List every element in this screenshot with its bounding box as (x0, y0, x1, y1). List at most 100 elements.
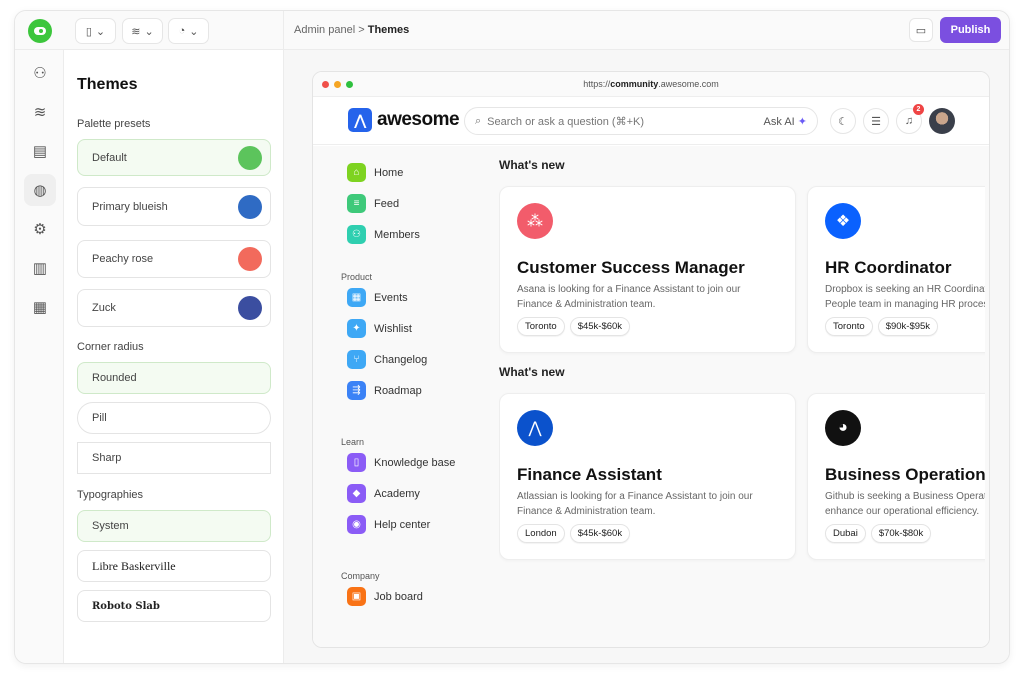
nav-label: Wishlist (374, 322, 412, 335)
nav-item-job-board[interactable]: ▣ Job board (347, 587, 423, 606)
site-brand[interactable]: ⋀ awesome (348, 108, 460, 132)
job-tags: Dubai $70k-$80k (825, 524, 932, 543)
palette-icon[interactable]: ◍ (24, 174, 56, 206)
database-menu-button[interactable]: ≋ ⌄ (122, 18, 163, 44)
search-input[interactable]: ⌕ Search or ask a question (⌘+K) Ask AI ✦ (464, 107, 818, 135)
color-swatch (238, 296, 262, 320)
typography-roboto-slab[interactable]: Roboto Slab (77, 590, 271, 622)
breadcrumb-separator: > (358, 24, 365, 36)
chart-menu-button[interactable]: ◔ ⌄ (168, 18, 209, 44)
nav-item-feed[interactable]: ≡ Feed (347, 194, 399, 213)
nav-item-roadmap[interactable]: ⇶ Roadmap (347, 381, 422, 400)
description-line: enhance our operational efficiency. (825, 505, 980, 517)
nav-item-changelog[interactable]: ⑂ Changelog (347, 350, 427, 369)
nav-label: Changelog (374, 353, 428, 366)
nav-item-help-center[interactable]: ◉ Help center (347, 515, 430, 534)
section-title: What's new (499, 158, 565, 172)
color-swatch (238, 145, 262, 170)
nav-label: Help center (374, 518, 431, 531)
dark-mode-button[interactable]: ☾ (830, 108, 856, 134)
palette-zuck[interactable]: Zuck (77, 289, 271, 327)
location-tag: Toronto (825, 317, 873, 336)
browser-preview: https://community.awesome.com ⋀ awesome ⌕… (312, 71, 990, 648)
nav-label: Feed (374, 197, 400, 210)
job-card[interactable]: ⁂ Customer Success Manager Asana is look… (499, 186, 796, 353)
chart-pie-icon: ◔ (178, 25, 186, 37)
palette-peachy-rose[interactable]: Peachy rose (77, 240, 271, 278)
gear-icon[interactable]: ⚙ (24, 213, 56, 245)
browser-bar: https://community.awesome.com (313, 72, 989, 97)
grid-icon[interactable]: ▦ (24, 291, 56, 323)
dropbox-icon: ❖ (825, 203, 861, 239)
job-card[interactable]: ◕ Business Operations Github is seeking … (807, 393, 985, 560)
radius-label: Corner radius (77, 341, 144, 353)
breadcrumb: Admin panel > Themes (294, 24, 409, 36)
nav-label: Home (374, 166, 404, 179)
app-logo[interactable] (28, 19, 52, 43)
database-icon: ≋ (131, 25, 141, 38)
search-placeholder: Search or ask a question (⌘+K) (487, 115, 644, 128)
themes-panel: Themes Palette presets Default Primary b… (64, 50, 284, 663)
palette-default[interactable]: Default (77, 139, 271, 176)
option-label: Default (92, 151, 127, 164)
awesome-logo-icon: ⋀ (348, 108, 372, 132)
nav-item-academy[interactable]: ◆ Academy (347, 484, 420, 503)
palette-label: Palette presets (77, 118, 151, 130)
nav-item-knowledge-base[interactable]: ▯ Knowledge base (347, 453, 455, 472)
job-title: Customer Success Manager (517, 258, 745, 277)
location-tag: Toronto (517, 317, 565, 336)
chevron-down-icon: ⌄ (95, 25, 106, 38)
typography-libre-baskerville[interactable]: Libre Baskerville (77, 550, 271, 582)
layout-icon[interactable]: ▤ (24, 135, 56, 167)
nav-section-title: Learn (341, 437, 365, 447)
ask-ai-button[interactable]: Ask AI ✦ (764, 115, 807, 128)
color-swatch (238, 247, 262, 271)
wishlist-icon: ✦ (347, 319, 366, 338)
file-menu-button[interactable]: ▯ ⌄ (75, 18, 116, 44)
github-icon: ◕ (825, 410, 861, 446)
nav-label: Knowledge base (374, 456, 456, 469)
job-card[interactable]: ❖ HR Coordinator Dropbox is seeking an H… (807, 186, 985, 353)
palette-primary-blueish[interactable]: Primary blueish (77, 187, 271, 226)
salary-tag: $70k-$80k (870, 524, 932, 543)
option-label: Zuck (92, 302, 116, 314)
nav-item-home[interactable]: ⌂ Home (347, 163, 403, 182)
database-icon[interactable]: ≋ (24, 96, 56, 128)
nav-item-wishlist[interactable]: ✦ Wishlist (347, 319, 412, 338)
description-line: Asana is looking for a Finance Assistant… (517, 284, 741, 295)
url-bar[interactable]: https://community.awesome.com (313, 79, 989, 89)
option-label: Peachy rose (92, 253, 154, 265)
job-card[interactable]: ⋀ Finance Assistant Atlassian is looking… (499, 393, 796, 560)
atlassian-icon: ⋀ (517, 410, 553, 446)
salary-tag: $90k-$95k (877, 317, 939, 336)
feed-icon: ≡ (347, 194, 366, 213)
messages-button[interactable]: ☰ (863, 108, 889, 134)
avatar[interactable] (929, 108, 955, 134)
typography-system[interactable]: System (77, 510, 271, 542)
events-icon: ▦ (347, 288, 366, 307)
salary-tag: $45k-$60k (569, 524, 631, 543)
file-icon: ▯ (85, 25, 92, 38)
nav-label: Job board (374, 590, 423, 603)
nav-label: Members (374, 228, 420, 241)
bar-chart-icon[interactable]: ▥ (24, 252, 56, 284)
users-icon[interactable]: ⚇ (24, 57, 56, 89)
notification-badge: 2 (913, 104, 924, 115)
changelog-icon: ⑂ (347, 350, 366, 369)
top-bar: ▯ ⌄ ≋ ⌄ ◔ ⌄ Admin panel > Themes ▭ Publish (15, 11, 1009, 50)
preview-device-button[interactable]: ▭ (909, 18, 933, 42)
radius-rounded[interactable]: Rounded (77, 362, 271, 394)
radius-pill[interactable]: Pill (77, 402, 271, 434)
radius-sharp[interactable]: Sharp (77, 442, 271, 474)
nav-item-events[interactable]: ▦ Events (347, 288, 408, 307)
url-suffix: .awesome.com (658, 79, 719, 89)
url-prefix: https:// (583, 79, 611, 89)
breadcrumb-current: Themes (367, 24, 410, 36)
home-icon: ⌂ (347, 163, 366, 182)
site-content: What's new ⁂ Customer Success Manager As… (499, 146, 985, 647)
url-host: community (610, 79, 659, 89)
divider (283, 11, 284, 50)
nav-item-members[interactable]: ⚇ Members (347, 225, 420, 244)
breadcrumb-parent[interactable]: Admin panel (294, 24, 355, 36)
publish-button[interactable]: Publish (940, 17, 1001, 43)
